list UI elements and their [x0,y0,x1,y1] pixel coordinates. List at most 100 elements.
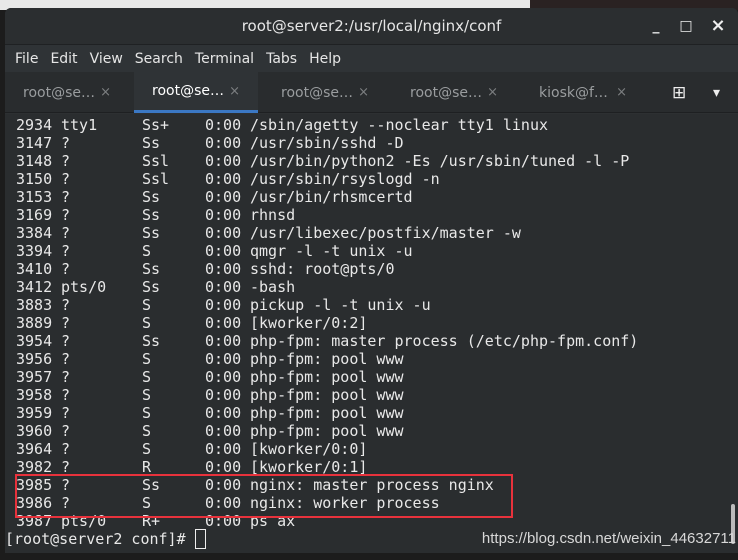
close-button[interactable]: × [707,15,729,37]
process-time: 0:00 [205,224,242,242]
highlight-box [15,474,513,518]
tab-label: root@se… [23,84,95,101]
process-stat: S [142,422,152,440]
process-pid: 3169 [16,206,53,224]
process-pid: 3889 [16,314,53,332]
process-pid: 3954 [16,332,53,350]
terminal-output[interactable]: 3987 pts/0 R+ 0:00 ps ax 3986? S 0:00 nginx: wor… [5,114,738,553]
process-stat: Ss [142,134,161,152]
menu-help[interactable]: Help [303,51,347,67]
maximize-button[interactable]: □ [675,15,697,37]
title-bar[interactable]: root@server2:/usr/local/nginx/conf _ □ × [5,8,738,45]
process-stat: Ss+ [142,116,170,134]
process-tty: ? [61,134,71,152]
process-command: pickup -l -t unix -u [250,296,431,314]
process-command: qmgr -l -t unix -u [250,242,413,260]
minimize-button[interactable]: _ [645,15,667,37]
process-time: 0:00 [205,278,242,296]
process-tty: ? [61,206,71,224]
process-command: sshd: root@pts/0 [250,260,395,278]
process-tty: ? [61,296,71,314]
process-time: 0:00 [205,314,242,332]
new-tab-icon[interactable]: ⊞ [666,72,696,113]
shell-prompt: [root@server2 conf]# [5,530,186,548]
process-tty: ? [61,314,71,332]
tab-1[interactable]: root@se… × [134,72,258,113]
process-command: [kworker/0:0] [250,440,368,458]
process-command: php-fpm: pool www [250,404,404,422]
process-time: 0:00 [205,260,242,278]
process-pid: 3153 [16,188,53,206]
process-command: [kworker/0:2] [250,314,368,332]
process-tty: ? [61,350,71,368]
process-command: -bash [250,278,296,296]
process-tty: ? [61,404,71,422]
process-command: /sbin/agetty --noclear tty1 linux [250,116,549,134]
process-pid: 3150 [16,170,53,188]
process-tty: ? [61,188,71,206]
process-time: 0:00 [205,188,242,206]
process-stat: S [142,386,152,404]
process-tty: ? [61,152,71,170]
process-pid: 3384 [16,224,53,242]
process-stat: Ss [142,224,161,242]
process-stat: Ss [142,278,161,296]
menu-search[interactable]: Search [129,51,189,67]
process-pid: 3883 [16,296,53,314]
process-command: /usr/libexec/postfix/master -w [250,224,521,242]
process-command: /usr/sbin/sshd -D [250,134,404,152]
process-pid: 3148 [16,152,53,170]
process-stat: S [142,368,152,386]
process-time: 0:00 [205,404,242,422]
process-pid: 3147 [16,134,53,152]
tab-3[interactable]: root@se… × [392,72,516,113]
process-pid: 3957 [16,368,53,386]
menu-file[interactable]: File [9,51,44,67]
process-stat: Ss [142,332,161,350]
tab-close-icon[interactable]: × [100,85,111,100]
process-command: php-fpm: master process (/etc/php-fpm.co… [250,332,639,350]
menu-bar: File Edit View Search Terminal Tabs Help [5,45,738,72]
process-pid: 3412 [16,278,53,296]
process-time: 0:00 [205,332,242,350]
process-time: 0:00 [205,152,242,170]
process-time: 0:00 [205,386,242,404]
process-time: 0:00 [205,350,242,368]
process-pid: 3964 [16,440,53,458]
tab-0[interactable]: root@se… × [5,72,129,113]
process-tty: ? [61,386,71,404]
process-pid: 2934 [16,116,53,134]
menu-tabs[interactable]: Tabs [260,51,303,67]
tab-label: root@se… [152,83,224,99]
tab-close-icon[interactable]: × [616,85,627,100]
tab-close-icon[interactable]: × [229,84,240,99]
process-command: /usr/bin/python2 -Es /usr/sbin/tuned -l … [250,152,630,170]
tab-2[interactable]: root@se… × [263,72,387,113]
process-pid: 3959 [16,404,53,422]
process-stat: Ss [142,206,161,224]
process-command: php-fpm: pool www [250,422,404,440]
tab-bar: kiosk@f… × root@se… × root@se… × root@se… × root… [5,72,738,113]
process-command: php-fpm: pool www [250,368,404,386]
process-time: 0:00 [205,116,242,134]
process-time: 0:00 [205,242,242,260]
process-stat: Ss [142,188,161,206]
tab-4[interactable]: kiosk@f… × [521,72,645,113]
process-time: 0:00 [205,206,242,224]
menu-edit[interactable]: Edit [44,51,83,67]
process-stat: Ss [142,260,161,278]
process-pid: 3960 [16,422,53,440]
tab-close-icon[interactable]: × [487,85,498,100]
process-stat: S [142,242,152,260]
process-command: /usr/sbin/rsyslogd -n [250,170,440,188]
menu-terminal[interactable]: Terminal [189,51,260,67]
text-cursor [195,529,206,549]
tab-label: root@se… [410,84,482,101]
tab-close-icon[interactable]: × [358,85,369,100]
process-time: 0:00 [205,170,242,188]
process-command: php-fpm: pool www [250,350,404,368]
tab-menu-chevron-down-icon[interactable]: ▾ [705,72,735,113]
process-tty: ? [61,368,71,386]
process-tty: tty1 [61,116,98,134]
menu-view[interactable]: View [84,51,129,67]
